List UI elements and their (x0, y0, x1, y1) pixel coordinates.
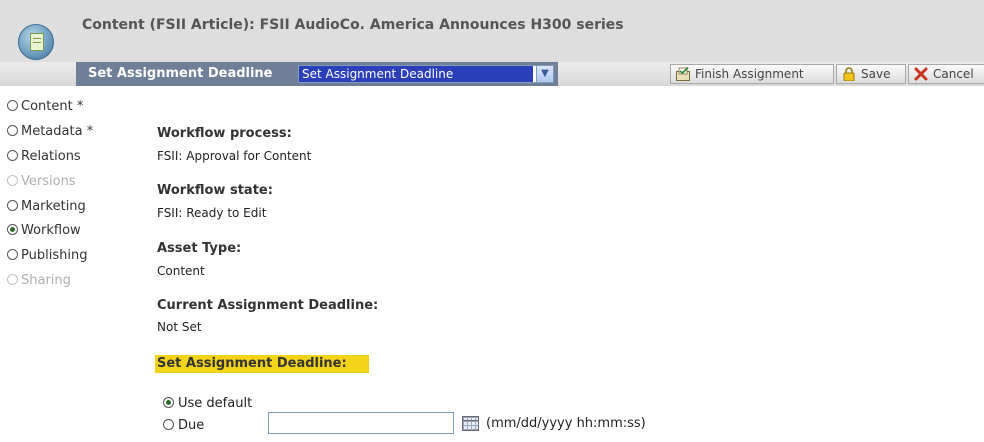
save-label: Save (861, 67, 891, 81)
sidebar-item-content[interactable]: Content * (7, 96, 83, 118)
set-deadline-heading: Set Assignment Deadline: (155, 355, 369, 373)
date-format-hint: (mm/dd/yyyy hh:mm:ss) (486, 416, 646, 431)
content-asset-icon (18, 24, 54, 60)
finish-assignment-icon (676, 67, 690, 81)
use-default-option[interactable]: Use default (163, 396, 252, 411)
save-button[interactable]: Save (836, 64, 906, 84)
asset-type-label: Asset Type: (157, 241, 242, 256)
sidebar-item-workflow[interactable]: Workflow (7, 220, 81, 242)
use-default-label: Use default (178, 396, 253, 411)
sidebar-item-publishing[interactable]: Publishing (7, 245, 87, 267)
finish-assignment-label: Finish Assignment (695, 67, 804, 81)
workflow-step-label: Set Assignment Deadline (88, 66, 273, 81)
due-date-input[interactable] (268, 412, 454, 434)
sidebar-item-label: Publishing (21, 248, 88, 263)
asset-type-value: Content (157, 264, 205, 278)
workflow-state-label: Workflow state: (157, 183, 273, 198)
sidebar-item-label: Marketing (21, 199, 86, 214)
calendar-icon[interactable] (462, 416, 479, 431)
content-title: Content (FSII Article): FSII AudioCo. Am… (82, 17, 624, 33)
radio-button (7, 175, 18, 186)
sidebar-item-label: Metadata * (21, 124, 94, 139)
radio-button[interactable] (7, 249, 18, 260)
radio-button-selected[interactable] (7, 224, 18, 235)
lock-icon (843, 67, 855, 81)
current-deadline-label: Current Assignment Deadline: (157, 298, 379, 313)
workflow-process-value: FSII: Approval for Content (157, 149, 312, 163)
radio-button (7, 274, 18, 285)
radio-button[interactable] (7, 200, 18, 211)
radio-button[interactable] (7, 100, 18, 111)
cancel-label: Cancel (933, 67, 974, 81)
sidebar-item-label: Relations (21, 149, 81, 164)
workflow-process-label: Workflow process: (157, 126, 292, 141)
sidebar-item-label: Workflow (21, 223, 81, 238)
radio-button[interactable] (7, 150, 18, 161)
due-label: Due (178, 418, 205, 433)
sidebar-item-marketing[interactable]: Marketing (7, 196, 86, 218)
current-deadline-value: Not Set (157, 320, 202, 334)
sidebar-item-label: Sharing (21, 273, 71, 288)
sidebar-item-label: Content * (21, 99, 84, 114)
workflow-step-select[interactable]: Set Assignment Deadline ▼ (298, 65, 554, 83)
sidebar-item-sharing: Sharing (7, 270, 71, 292)
cancel-button[interactable]: Cancel (908, 64, 984, 84)
radio-button-selected[interactable] (163, 397, 174, 408)
radio-button[interactable] (7, 125, 18, 136)
radio-button[interactable] (163, 419, 174, 430)
sidebar-item-versions: Versions (7, 171, 76, 193)
cancel-x-icon (914, 67, 928, 81)
finish-assignment-button[interactable]: Finish Assignment (670, 64, 834, 84)
due-option[interactable]: Due (163, 418, 204, 433)
dropdown-arrow-icon[interactable]: ▼ (536, 66, 553, 82)
sidebar-item-relations[interactable]: Relations (7, 146, 81, 168)
workflow-step-select-value: Set Assignment Deadline (299, 66, 533, 82)
sidebar-item-label: Versions (21, 174, 76, 189)
workflow-state-value: FSII: Ready to Edit (157, 206, 267, 220)
sidebar-item-metadata[interactable]: Metadata * (7, 121, 93, 143)
